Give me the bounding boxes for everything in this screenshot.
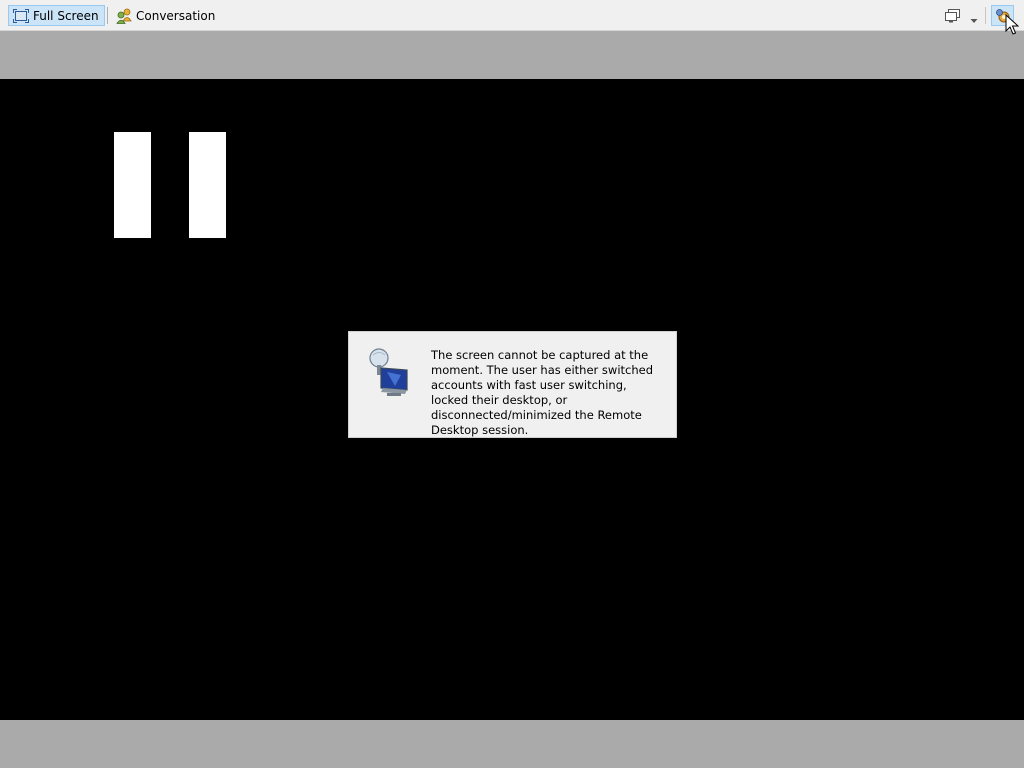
toolbar-separator [985,7,986,24]
conversation-label: Conversation [136,8,216,23]
monitor-icon [943,9,963,28]
display-button[interactable] [943,8,963,24]
full-screen-label: Full Screen [33,8,99,23]
full-screen-button[interactable]: Full Screen [8,5,105,26]
top-toolbar: Full Screen Conversation [0,0,1024,31]
conversation-button[interactable]: Conversation [112,5,216,26]
capture-message-text: The screen cannot be captured at the mom… [431,348,654,437]
chevron-down-icon [969,11,979,30]
remote-desktop-icon [367,346,413,398]
mouse-cursor-icon [1005,13,1020,36]
toolbar-separator [107,7,108,24]
full-screen-icon [13,8,29,23]
capture-message-dialog: The screen cannot be captured at the mom… [348,331,677,438]
top-band [0,31,1024,79]
remote-screen: The screen cannot be captured at the mom… [0,79,1024,720]
display-dropdown[interactable] [969,11,979,23]
bottom-band [0,720,1024,768]
conversation-icon [116,8,132,24]
